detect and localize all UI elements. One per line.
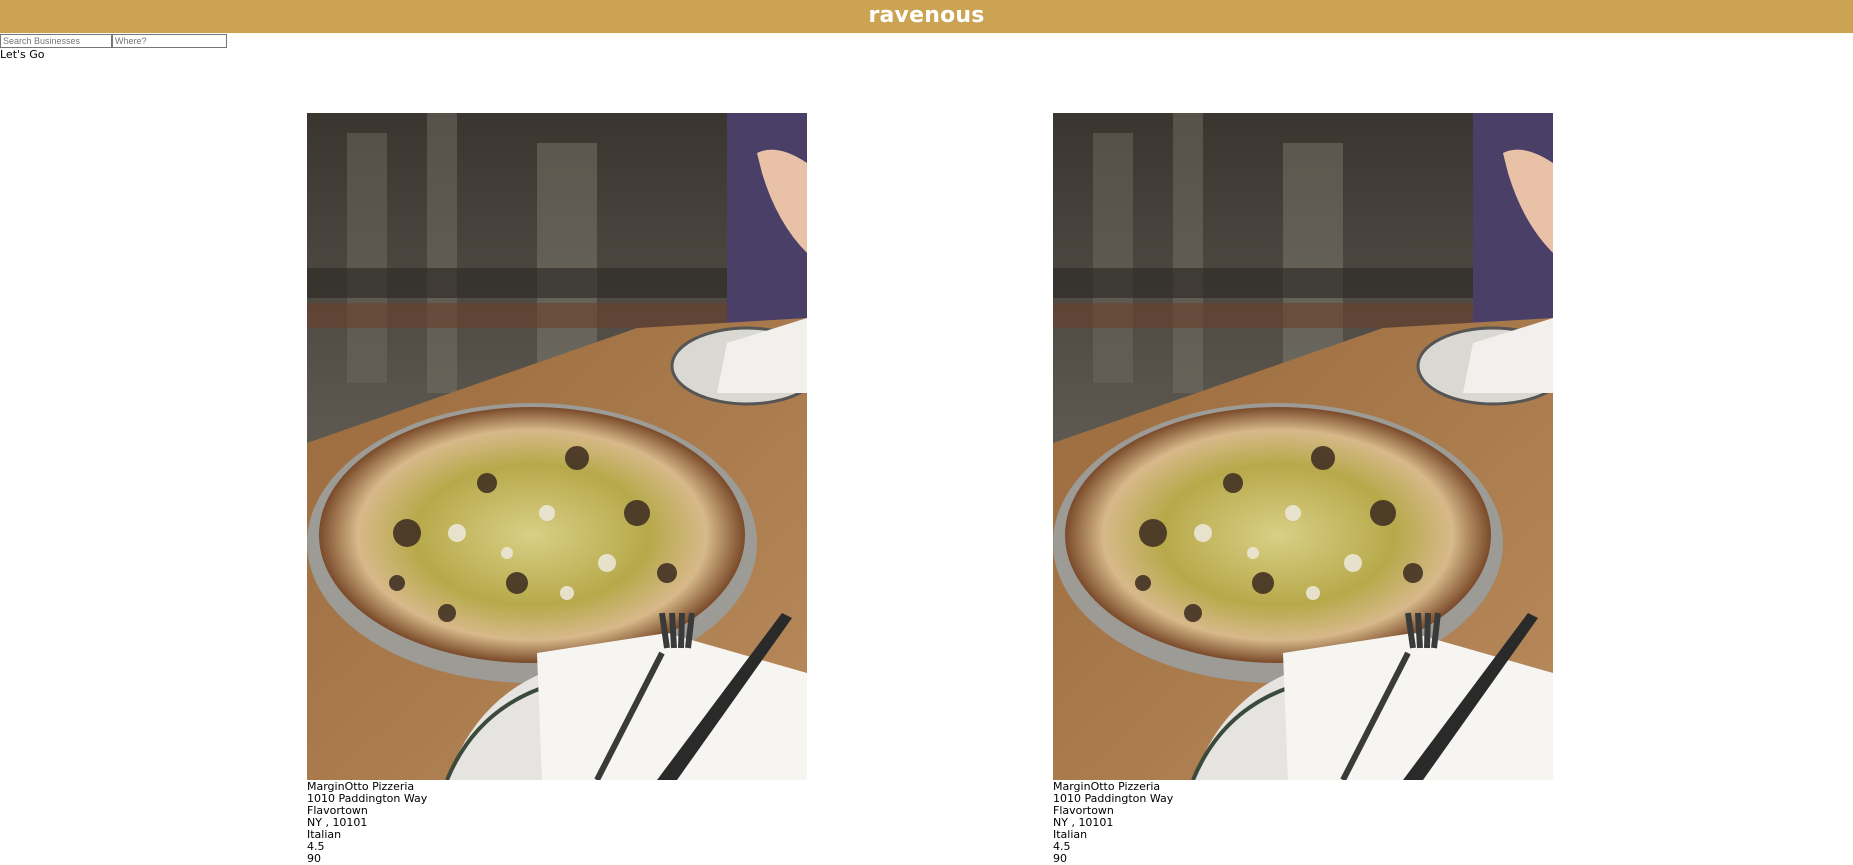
business-review-count: 90 — [1053, 852, 1067, 865]
business-city: Flavortown — [307, 804, 368, 817]
business-category: Italian — [307, 828, 342, 841]
lets-go-button[interactable]: Let's Go — [0, 48, 45, 61]
business-address: 1010 Paddington Way — [1053, 792, 1174, 805]
business-info: MarginOtto Pizzeria 1010 Paddington Way … — [1053, 781, 1553, 865]
pizza-photo — [307, 113, 807, 780]
business-rating: 4.5 — [1053, 840, 1071, 853]
business-card: MarginOtto Pizzeria 1010 Paddington Way … — [307, 113, 807, 865]
app-header: ravenous — [0, 0, 1853, 33]
business-card: MarginOtto Pizzeria 1010 Paddington Way … — [1053, 113, 1553, 865]
business-rating: 4.5 — [307, 840, 325, 853]
search-bar — [0, 34, 227, 48]
pizza-photo — [1053, 113, 1553, 780]
business-city: Flavortown — [1053, 804, 1114, 817]
business-state-zip: NY , 10101 — [307, 816, 368, 829]
location-input[interactable] — [112, 34, 227, 48]
business-review-count: 90 — [307, 852, 321, 865]
search-businesses-input[interactable] — [0, 34, 112, 48]
business-info: MarginOtto Pizzeria 1010 Paddington Way … — [307, 781, 807, 865]
app-logo: ravenous — [868, 3, 985, 28]
business-category: Italian — [1053, 828, 1088, 841]
business-state-zip: NY , 10101 — [1053, 816, 1114, 829]
business-address: 1010 Paddington Way — [307, 792, 428, 805]
